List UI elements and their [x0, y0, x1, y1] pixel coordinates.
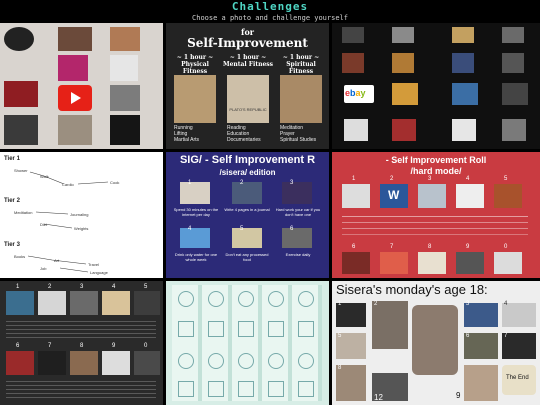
- challenge-tile-self-improvement[interactable]: for Self-Improvement ~ 1 hour ~ Physical…: [166, 23, 329, 149]
- roll-text-row: [342, 212, 532, 242]
- spiritual-column: ~ 1 hour ~ Spiritual Fitness: [282, 54, 320, 75]
- tile-subtitle: /hard mode/: [410, 166, 462, 176]
- photo-thumb: [4, 81, 38, 107]
- tier-connectors: [27, 171, 109, 273]
- word-icon: W: [380, 184, 408, 208]
- challenge-tile-roll[interactable]: - Self Improvement Roll /hard mode/ W 1 …: [332, 152, 540, 278]
- youtube-icon: [58, 85, 92, 111]
- challenge-tile-tiers[interactable]: Tier 1 Shower Walk Cardio Cook Tier 2 Me…: [0, 152, 163, 278]
- physical-items: Running Lifting Martial Arts: [174, 125, 200, 143]
- photo-thumb: [58, 115, 92, 145]
- tile-title: Sisera's monday's age 18:: [336, 282, 488, 297]
- physical-image: [174, 75, 216, 123]
- photo-thumb: [110, 115, 140, 145]
- challenge-tile-dark-collage[interactable]: 1 2 3 4 5 6 7 8 9 0: [0, 281, 163, 405]
- ebay-icon: ebay: [344, 85, 374, 103]
- tile-title: Self-Improvement: [187, 36, 308, 50]
- photo-thumb: [58, 55, 88, 81]
- tile-title: - Self Improvement Roll: [385, 155, 487, 165]
- mental-image: PLATO'S REPUBLIC: [227, 75, 269, 123]
- photo-thumb: [110, 85, 140, 111]
- spiritual-items: Meditation Prayer Spiritual Studies: [280, 125, 317, 143]
- page-header: Challenges Choose a photo and challenge …: [0, 0, 540, 23]
- spiritual-image: [280, 75, 322, 123]
- physical-column: ~ 1 hour ~ Physical Fitness: [176, 54, 214, 75]
- tile-subtitle: /sisera/ edition: [219, 168, 276, 177]
- challenge-grid: for Self-Improvement ~ 1 hour ~ Physical…: [0, 23, 540, 405]
- challenge-tile-sisera[interactable]: Sisera's monday's age 18: The End 1 2 3 …: [332, 281, 540, 405]
- challenge-tile-photo-collage[interactable]: [0, 23, 163, 149]
- photo-thumb: [110, 55, 138, 81]
- speech-bubble: The End: [502, 365, 536, 395]
- target-image: [4, 27, 34, 51]
- page-title: Challenges: [231, 0, 309, 13]
- page-subtitle: Choose a photo and challenge yourself: [192, 14, 348, 22]
- portrait-image: [412, 305, 458, 375]
- mental-column: ~ 1 hour ~ Mental Fitness: [222, 54, 274, 68]
- challenge-tile-icon-columns[interactable]: [166, 281, 329, 405]
- tile-title: SIG/ - Self Improvement R: [179, 154, 316, 166]
- challenge-tile-sig[interactable]: SIG/ - Self Improvement R /sisera/ editi…: [166, 152, 329, 278]
- challenge-tile-icon-grid[interactable]: ebay: [332, 23, 540, 149]
- photo-thumb: [58, 27, 92, 51]
- photo-thumb: [4, 115, 38, 145]
- mental-items: Reading Education Documentaries: [227, 125, 261, 143]
- photo-thumb: [110, 27, 140, 51]
